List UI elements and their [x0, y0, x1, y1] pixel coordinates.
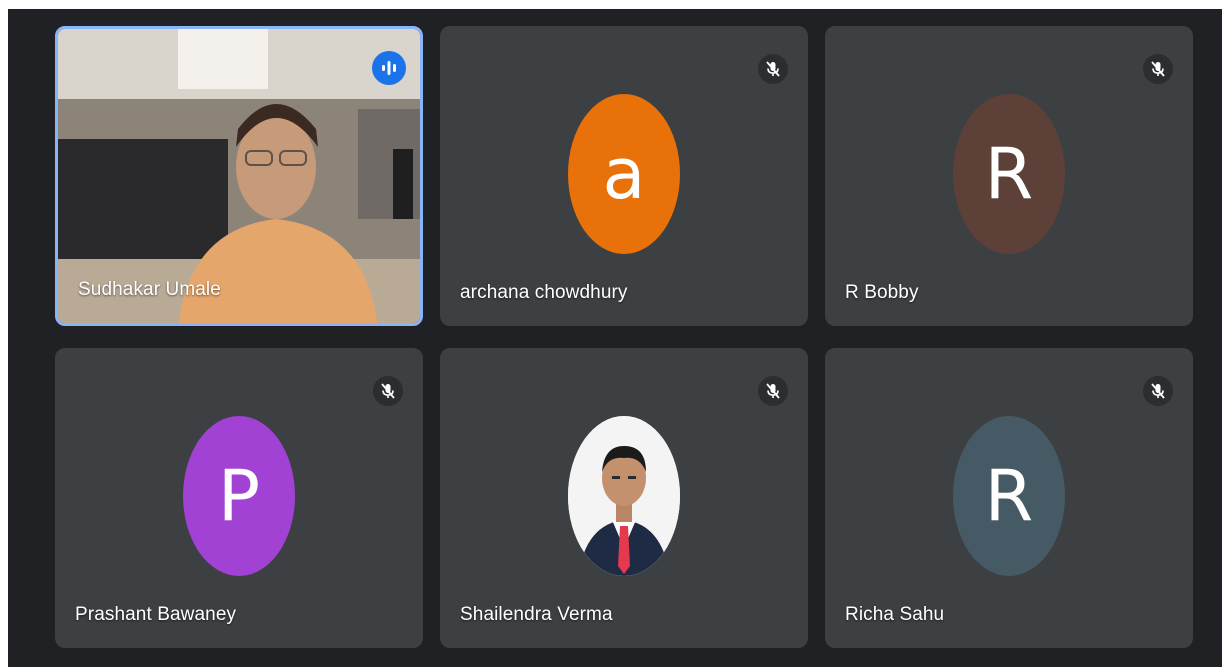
participant-name: archana chowdhury: [460, 282, 628, 303]
participant-name: R Bobby: [845, 282, 919, 303]
avatar-initial: P: [217, 455, 261, 537]
avatar-initial: R: [984, 455, 1034, 537]
participant-avatar: P: [183, 416, 295, 576]
participant-photo: [568, 416, 680, 576]
speaking-indicator: [372, 51, 406, 85]
mute-indicator: [1143, 54, 1173, 84]
participant-tile-sudhakar-umale[interactable]: Sudhakar Umale: [55, 26, 423, 326]
participant-tile-archana-chowdhury[interactable]: a archana chowdhury: [440, 26, 808, 326]
mute-indicator: [373, 376, 403, 406]
mic-off-icon: [766, 61, 780, 77]
participant-name: Prashant Bawaney: [75, 604, 237, 625]
participant-tile-shailendra-verma[interactable]: Shailendra Verma: [440, 348, 808, 648]
participant-avatar: R: [953, 416, 1065, 576]
mute-indicator: [758, 376, 788, 406]
mic-off-icon: [766, 383, 780, 399]
participant-tile-prashant-bawaney[interactable]: P Prashant Bawaney: [55, 348, 423, 648]
participant-tile-richa-sahu[interactable]: R Richa Sahu: [825, 348, 1193, 648]
mute-indicator: [758, 54, 788, 84]
avatar-initial: a: [602, 133, 646, 215]
mic-off-icon: [1151, 61, 1165, 77]
mute-indicator: [1143, 376, 1173, 406]
mic-off-icon: [381, 383, 395, 399]
audio-wave-icon: [382, 61, 396, 75]
participant-name: Sudhakar Umale: [78, 279, 221, 300]
participant-tile-r-bobby[interactable]: R R Bobby: [825, 26, 1193, 326]
participant-name: Richa Sahu: [845, 604, 945, 625]
participant-avatar: a: [568, 94, 680, 254]
profile-photo: [568, 416, 680, 576]
participant-avatar: R: [953, 94, 1065, 254]
participant-name: Shailendra Verma: [460, 604, 613, 625]
meeting-grid: Sudhakar Umale a archana chowdhury R R B…: [8, 9, 1222, 667]
avatar-initial: R: [984, 133, 1034, 215]
mic-off-icon: [1151, 383, 1165, 399]
